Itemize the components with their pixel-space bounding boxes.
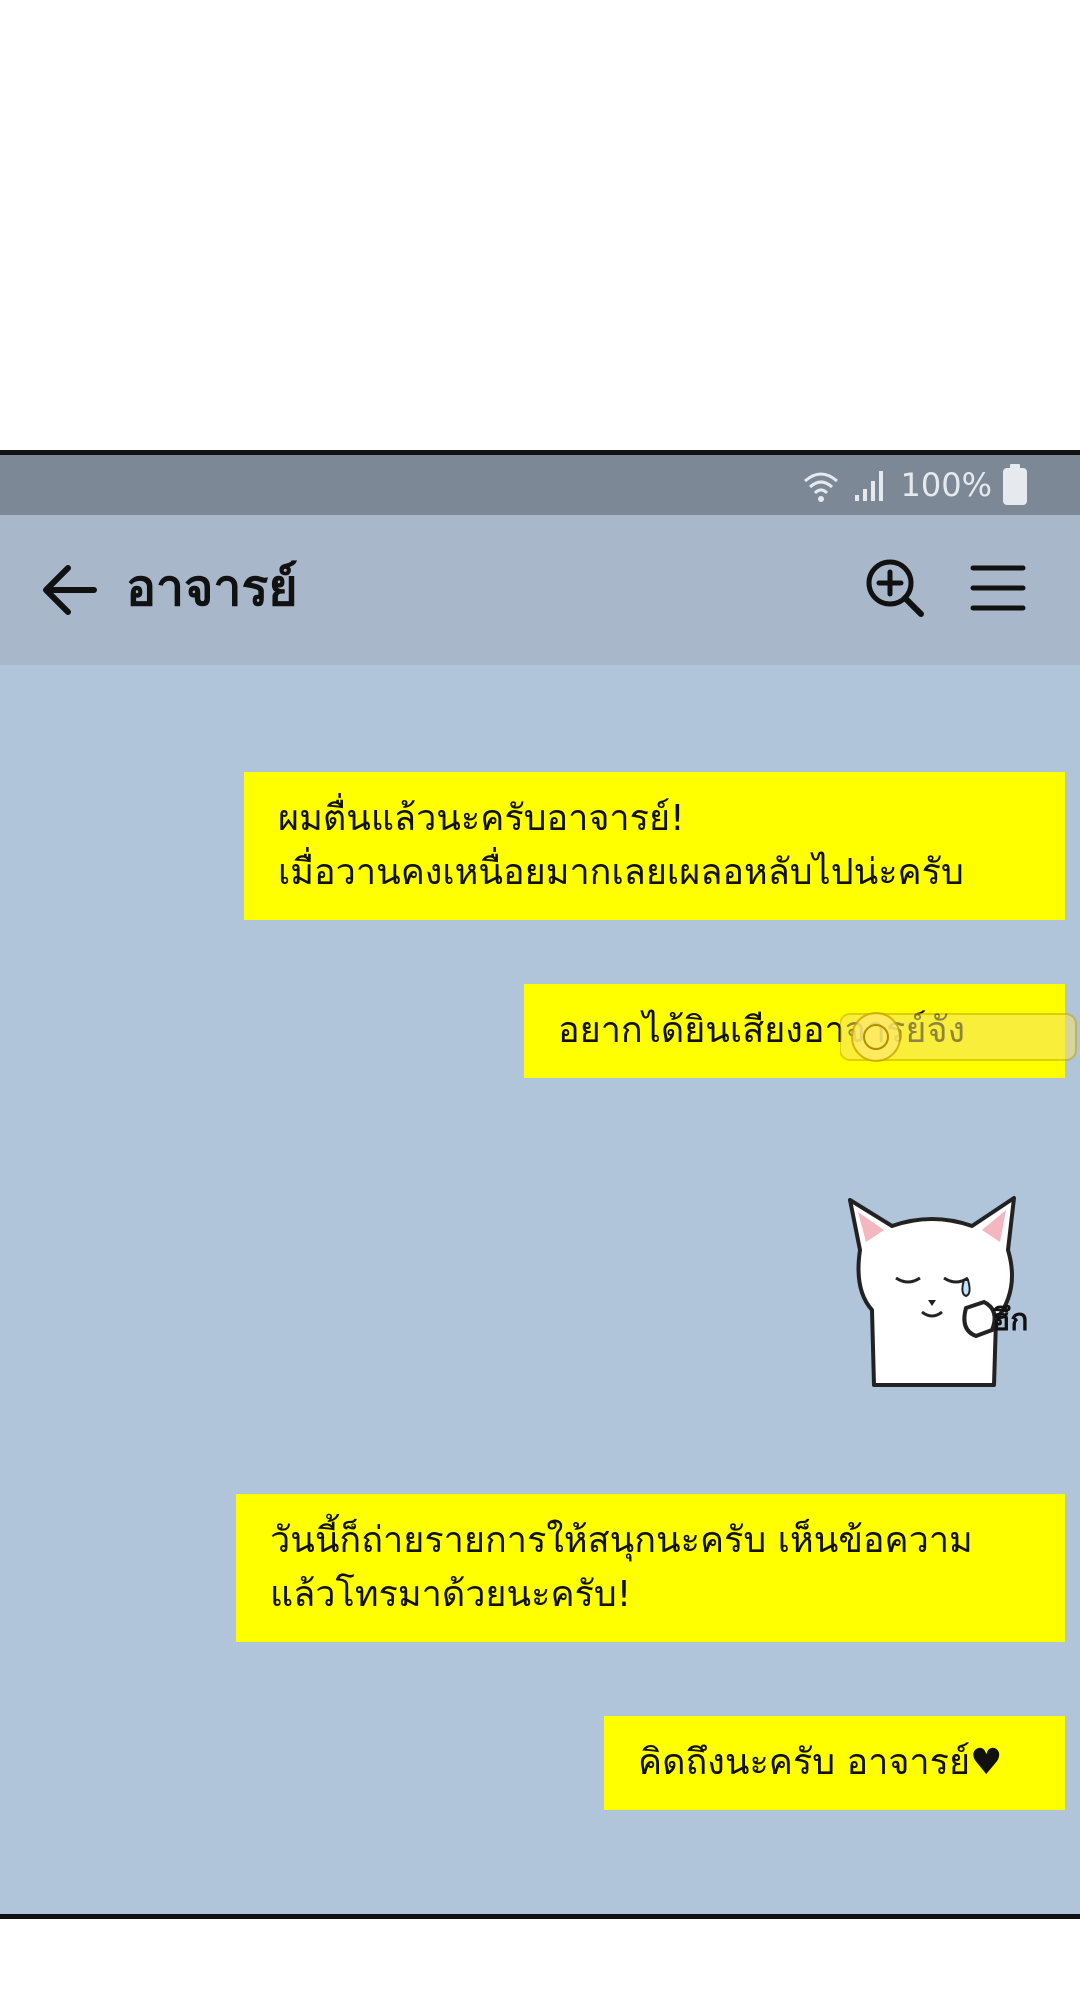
sticker-text: ฮึก [992,1303,1028,1338]
message-bubble: อยากได้ยินเสียงอาจารย์จัง [524,984,1065,1078]
chat-title: อาจารย์ [126,559,298,617]
message-line: ผมตื่นแล้วนะครับอาจารย์! [278,798,685,839]
crying-cat-sticker: ฮึก [848,1196,1028,1387]
signal-icon [854,471,883,501]
message-line: วันนี้ก็ถ่ายรายการให้สนุกนะครับ เห็นข้อค… [270,1520,973,1561]
message-line: แล้วโทรมาด้วยนะครับ! [270,1574,632,1615]
message-line: เมื่อวานคงเหนื่อยมากเลยเผลอหลับไปน่ะครับ [278,852,964,893]
phone-screen: 100% อาจารย์ ผมตื่นแล้วนะครับอาจารย์! เม… [0,450,1080,1919]
message-bubble: วันนี้ก็ถ่ายรายการให้สนุกนะครับ เห็นข้อค… [236,1494,1065,1642]
status-bar: 100% [0,455,1080,515]
message-line: อยากได้ยินเสียงอาจารย์จัง [558,1010,966,1051]
menu-icon[interactable] [970,563,1026,613]
message-line: คิดถึงนะครับ อาจารย์♥ [638,1742,1003,1783]
status-icons: 100% [801,463,1028,507]
back-arrow-icon[interactable] [40,563,98,617]
chat-header: อาจารย์ [0,515,1080,665]
battery-icon [1003,464,1027,505]
message-bubble: คิดถึงนะครับ อาจารย์♥ [604,1716,1065,1810]
message-bubble: ผมตื่นแล้วนะครับอาจารย์! เมื่อวานคงเหนื่… [244,772,1065,920]
wifi-icon [803,472,838,502]
chat-area[interactable]: ผมตื่นแล้วนะครับอาจารย์! เมื่อวานคงเหนื่… [0,665,1080,1914]
zoom-in-icon[interactable] [864,557,926,619]
battery-percent: 100% [900,466,992,504]
